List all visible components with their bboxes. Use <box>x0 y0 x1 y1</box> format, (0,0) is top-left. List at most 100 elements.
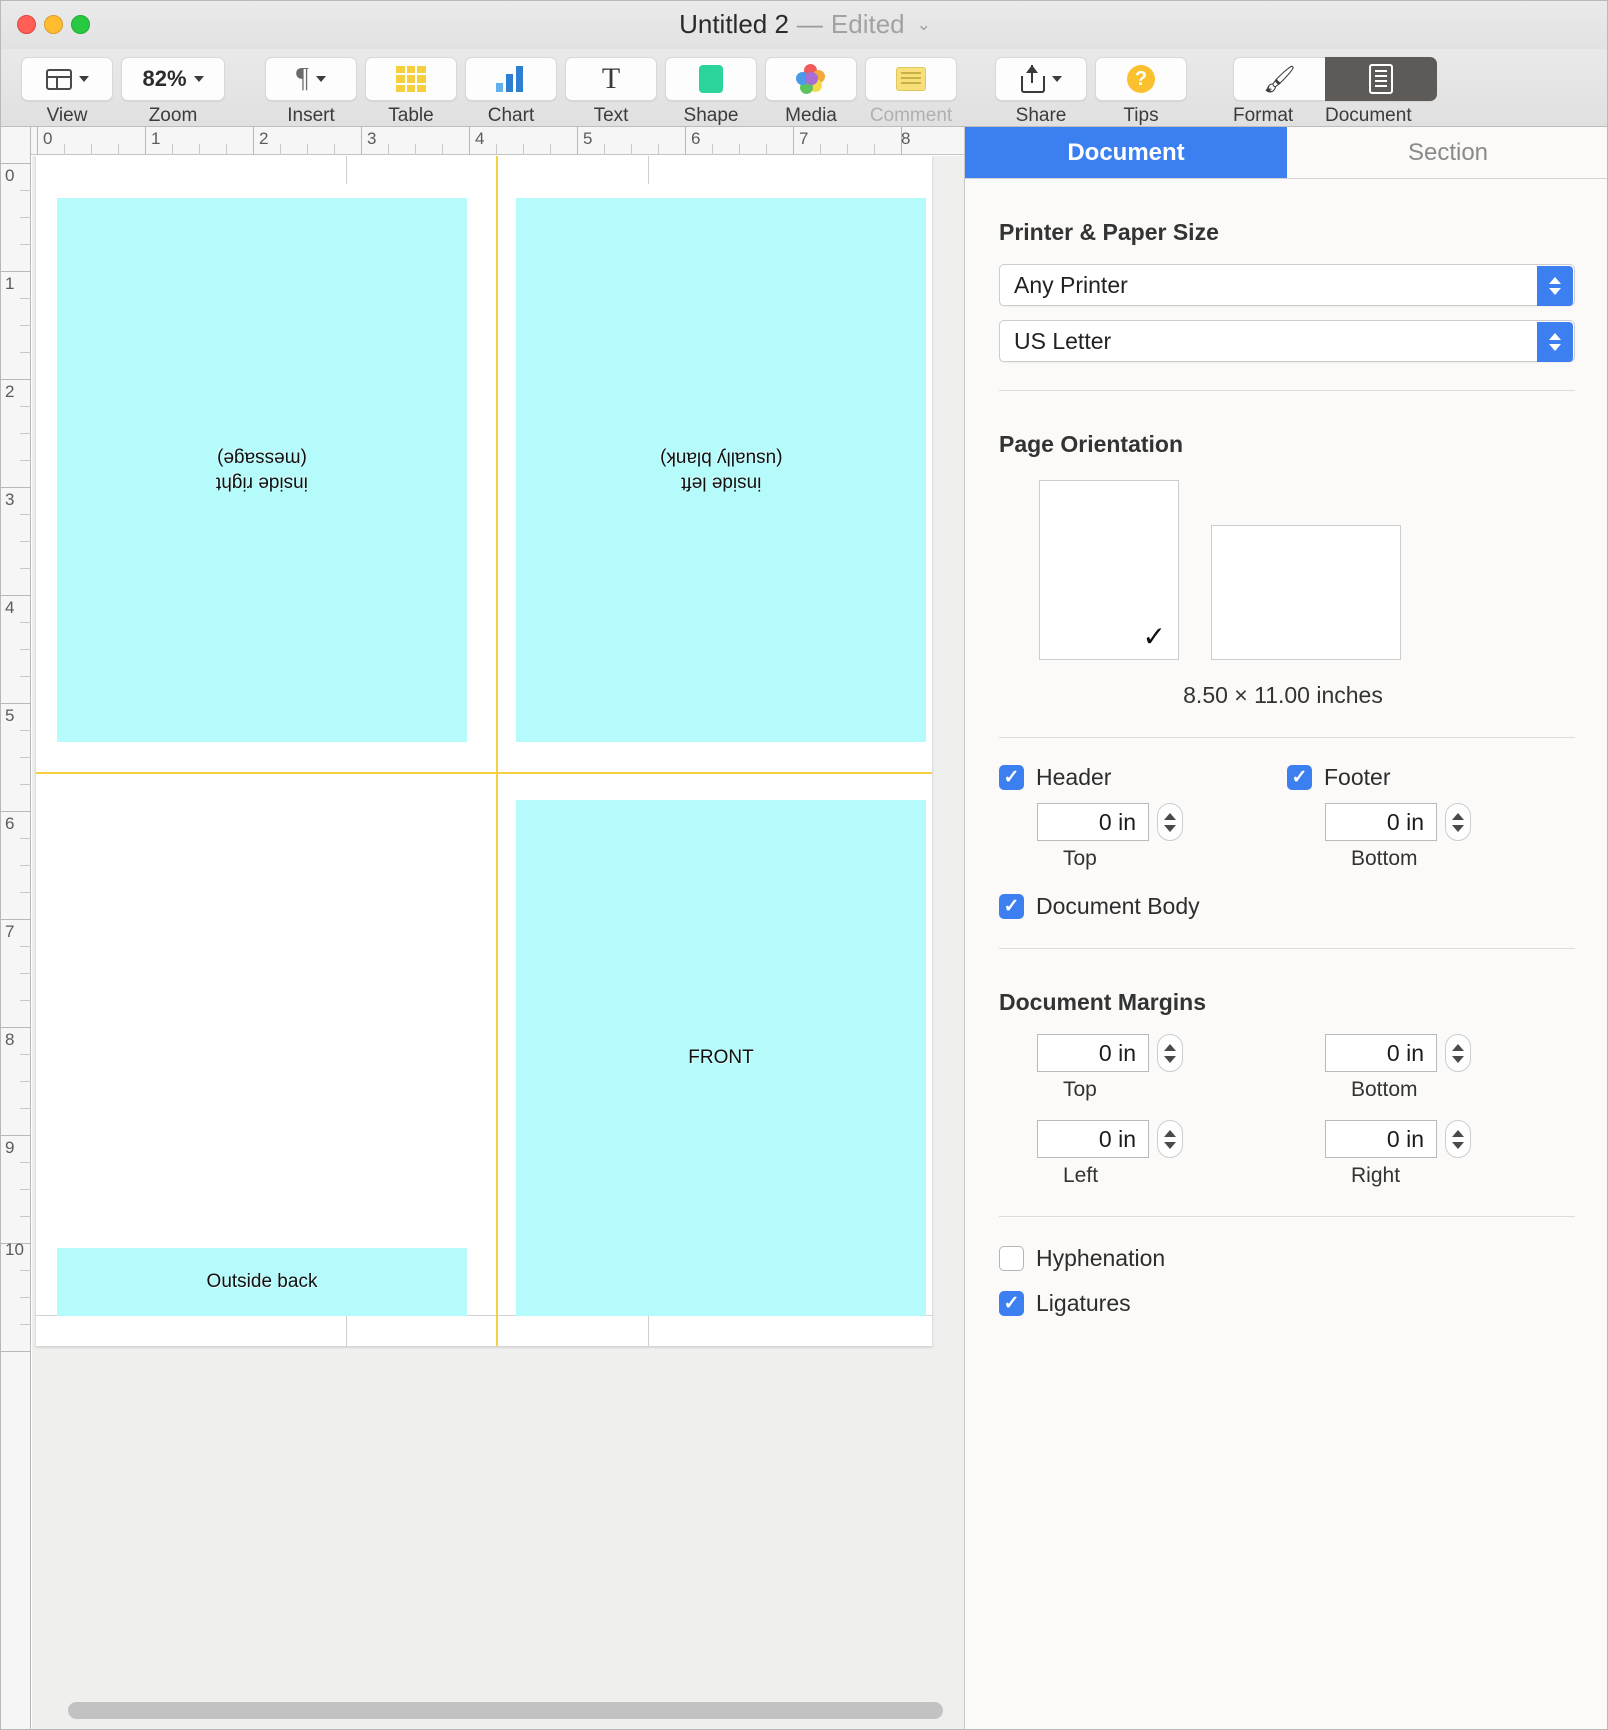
margin-top-stepper[interactable] <box>1157 1034 1183 1072</box>
media-icon <box>796 64 826 94</box>
textbox-inside-right[interactable]: inside right (message) <box>57 198 467 742</box>
format-label: Format <box>1233 105 1294 126</box>
margins-row-1: 0 in Top 0 in Bottom <box>999 1034 1575 1102</box>
paper-size-select[interactable]: US Letter <box>999 320 1575 362</box>
text-button[interactable]: T <box>565 57 657 101</box>
ruler-h-tick-5: 5 <box>583 129 593 148</box>
orientation-portrait-option[interactable]: ✓ <box>1039 480 1179 660</box>
chart-button[interactable] <box>465 57 557 101</box>
toolbar-item-share: Share <box>995 57 1087 127</box>
text-label: Text <box>593 105 629 126</box>
margin-top-field-wrap: 0 in <box>999 1034 1287 1072</box>
paper-dimensions-label: 8.50 × 11.00 inches <box>1183 682 1383 708</box>
toolbar-item-table: Table <box>365 57 457 127</box>
margin-right-stepper[interactable] <box>1445 1120 1471 1158</box>
ruler-v-tick-4: 4 <box>5 598 15 617</box>
ruler-v-tick-2: 2 <box>5 382 15 401</box>
toolbar-item-comment: Comment <box>865 57 957 127</box>
ruler-v-tick-9: 9 <box>5 1138 15 1157</box>
header-top-stepper[interactable] <box>1157 803 1183 841</box>
ligatures-checkbox[interactable] <box>999 1291 1024 1316</box>
page-canvas[interactable]: inside right (message) inside left (usuall… <box>32 156 964 1729</box>
ruler-v-tick-3: 3 <box>5 490 15 509</box>
margin-right-caption: Right <box>1351 1164 1401 1187</box>
footer-checkbox-row[interactable]: Footer <box>1287 764 1575 791</box>
textbox-inside-left[interactable]: inside left (usually blank) <box>516 198 926 742</box>
format-button[interactable]: 🖌 <box>1233 57 1325 101</box>
shape-button[interactable] <box>665 57 757 101</box>
hyphenation-checkbox[interactable] <box>999 1246 1024 1271</box>
table-button[interactable] <box>365 57 457 101</box>
toolbar-item-tips: ? Tips <box>1095 57 1187 127</box>
view-icon <box>45 68 72 90</box>
printer-select-value: Any Printer <box>1014 271 1128 298</box>
margin-left-caption: Left <box>1063 1164 1099 1187</box>
ruler-corner <box>1 127 31 155</box>
footer-checkbox[interactable] <box>1287 765 1312 790</box>
toolbar-item-insert: ¶ Insert <box>265 57 357 127</box>
margin-left-input[interactable]: 0 in <box>1037 1120 1149 1158</box>
document-body-checkbox[interactable] <box>999 894 1024 919</box>
textbox-outside-back[interactable]: Outside back <box>57 1248 467 1316</box>
margin-bottom-group: 0 in Bottom <box>1287 1034 1575 1102</box>
margin-right-field-wrap: 0 in <box>1287 1120 1575 1158</box>
header-checkbox[interactable] <box>999 765 1024 790</box>
tips-icon: ? <box>1127 65 1155 93</box>
ruler-h-tick-0: 0 <box>43 129 53 148</box>
hyphenation-label: Hyphenation <box>1036 1245 1166 1271</box>
media-label: Media <box>785 105 837 126</box>
view-button[interactable] <box>21 57 113 101</box>
insert-button[interactable]: ¶ <box>265 57 357 101</box>
edited-status: Edited <box>830 9 905 39</box>
app-window: Untitled 2 — Edited ⌄ View 82% Zoom ¶ In… <box>0 0 1608 1730</box>
margin-bottom-input[interactable]: 0 in <box>1325 1034 1437 1072</box>
footer-bottom-field-wrap: 0 in <box>1287 803 1575 841</box>
horizontal-ruler[interactable]: 0 1 2 3 4 5 6 7 8 <box>1 127 964 155</box>
insert-label: Insert <box>287 105 335 126</box>
tips-button[interactable]: ? <box>1095 57 1187 101</box>
horizontal-guide <box>36 772 932 774</box>
zoom-label: Zoom <box>148 105 198 126</box>
title-chevron-down-icon[interactable]: ⌄ <box>917 15 931 35</box>
margin-left-stepper[interactable] <box>1157 1120 1183 1158</box>
tab-section[interactable]: Section <box>1287 127 1607 178</box>
document-button[interactable] <box>1325 57 1437 101</box>
share-button[interactable] <box>995 57 1087 101</box>
ruler-v-tick-8: 8 <box>5 1030 15 1049</box>
horizontal-scrollbar[interactable] <box>68 1702 943 1719</box>
tab-document[interactable]: Document <box>965 127 1287 178</box>
comment-label: Comment <box>869 105 953 126</box>
comment-button[interactable] <box>865 57 957 101</box>
toolbar-group-insert: ¶ Insert Table Chart T Text Shape Media … <box>261 57 961 127</box>
vertical-ruler[interactable]: 0 1 2 3 4 5 6 7 8 9 10 <box>1 155 31 1729</box>
pilcrow-icon: ¶ <box>296 63 309 94</box>
paper-size-select-stepper-icon <box>1537 322 1573 362</box>
textbox-front[interactable]: FRONT <box>516 800 926 1316</box>
title-separator: — <box>796 9 823 39</box>
footer-bottom-stepper[interactable] <box>1445 803 1471 841</box>
zoom-button[interactable]: 82% <box>121 57 225 101</box>
document-page[interactable]: inside right (message) inside left (usuall… <box>36 156 932 1346</box>
footer-bottom-input[interactable]: 0 in <box>1325 803 1437 841</box>
document-body-label: Document Body <box>1036 893 1200 919</box>
page-orientation-heading: Page Orientation <box>999 431 1184 457</box>
ruler-h-tick-4: 4 <box>475 129 485 148</box>
margin-right-input[interactable]: 0 in <box>1325 1120 1437 1158</box>
ligatures-checkbox-row[interactable]: Ligatures <box>999 1290 1575 1317</box>
toolbar-group-inspector: 🖌 Format Document <box>1233 57 1437 127</box>
document-body-checkbox-row[interactable]: Document Body <box>999 893 1575 920</box>
header-checkbox-row[interactable]: Header <box>999 764 1287 791</box>
view-label: View <box>46 105 88 126</box>
margin-left-group: 0 in Left <box>999 1120 1287 1188</box>
hyphenation-checkbox-row[interactable]: Hyphenation <box>999 1245 1575 1272</box>
margin-bottom-stepper[interactable] <box>1445 1034 1471 1072</box>
ruler-v-tick-5: 5 <box>5 706 15 725</box>
orientation-landscape-option[interactable] <box>1211 525 1401 660</box>
toolbar-item-text: T Text <box>565 57 657 127</box>
header-top-input[interactable]: 0 in <box>1037 803 1149 841</box>
ruler-v-tick-10: 10 <box>5 1240 24 1259</box>
media-button[interactable] <box>765 57 857 101</box>
margin-top-input[interactable]: 0 in <box>1037 1034 1149 1072</box>
printer-select[interactable]: Any Printer <box>999 264 1575 306</box>
ruler-h-tick-8: 8 <box>901 129 911 148</box>
